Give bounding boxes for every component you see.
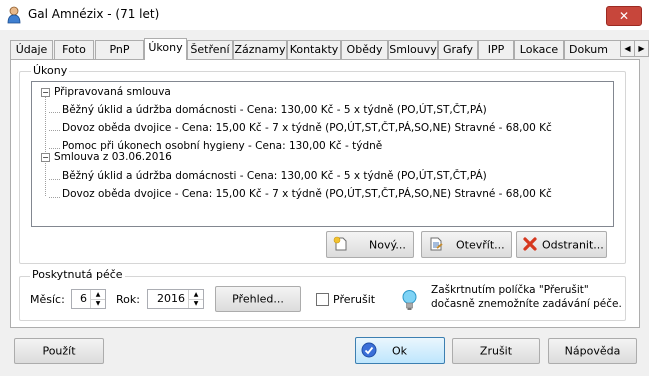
tab-udaje[interactable]: Údaje (10, 40, 53, 59)
tab-setreni[interactable]: Šetření (187, 40, 233, 59)
delete-button[interactable]: Odstranit... (516, 231, 607, 258)
ok-button[interactable]: Ok (355, 337, 445, 364)
tree-node-contract[interactable]: Smlouva z 03.06.2016 (54, 151, 172, 163)
delete-button-label: Odstranit... (542, 238, 604, 251)
tree-node-service[interactable]: Dovoz oběda dvojice - Cena: 15,00 Kč - 7… (62, 188, 552, 200)
care-group-label: Poskytnutá péče (30, 268, 125, 281)
lightbulb-icon (402, 290, 417, 310)
open-document-icon (430, 237, 443, 251)
tab-grafy[interactable]: Grafy (438, 40, 478, 59)
chevron-down-icon[interactable]: ▼ (189, 299, 203, 308)
tab-lokace[interactable]: Lokace (514, 40, 564, 59)
interrupt-checkbox[interactable] (316, 293, 329, 306)
open-button-label: Otevřít... (456, 238, 505, 251)
new-button[interactable]: Nový... (326, 231, 414, 258)
person-icon (7, 6, 21, 24)
arrow-left-icon: ◀ (624, 44, 631, 53)
tab-scroll-right[interactable]: ▶ (634, 40, 649, 57)
cancel-button[interactable]: Zrušit (452, 338, 540, 364)
tree-connector (45, 94, 46, 156)
tab-smlouvy[interactable]: Smlouvy (388, 40, 438, 59)
tree-node-service[interactable]: Dovoz oběda dvojice - Cena: 15,00 Kč - 7… (62, 122, 552, 134)
interrupt-label[interactable]: Přerušit (333, 293, 375, 306)
month-label: Měsíc: (30, 293, 65, 306)
tree-connector (49, 179, 60, 180)
overview-button[interactable]: Přehled... (215, 286, 301, 312)
check-icon (361, 342, 377, 358)
tree-node-contract[interactable]: Připravovaná smlouva (54, 86, 171, 98)
month-stepper-arrows: ▲ ▼ (90, 290, 105, 308)
year-value: 2016 (157, 292, 185, 305)
tree-node-service[interactable]: Běžný úklid a údržba domácnosti - Cena: … (62, 170, 487, 182)
ok-button-label: Ok (392, 344, 408, 357)
window-title: Gal Amnézix - (71 let) (28, 7, 160, 21)
close-button[interactable]: ✕ (606, 6, 642, 26)
arrow-right-icon: ▶ (638, 44, 645, 53)
tree-collapse-toggle[interactable]: − (41, 153, 50, 162)
delete-icon (523, 237, 537, 251)
tab-zaznamy[interactable]: Záznamy (233, 40, 287, 59)
overview-button-label: Přehled... (232, 292, 284, 306)
cancel-button-label: Zrušit (479, 344, 513, 358)
help-button[interactable]: Nápověda (548, 338, 637, 364)
tab-ipp[interactable]: IPP (478, 40, 514, 59)
tab-kontakty[interactable]: Kontakty (287, 40, 341, 59)
new-button-label: Nový... (369, 238, 406, 251)
ukony-group-label: Úkony (31, 64, 70, 77)
tab-scroll-left[interactable]: ◀ (620, 40, 635, 57)
hint-text-line2: dočasně znemožníte zadávání péče. (431, 298, 622, 310)
apply-button[interactable]: Použít (14, 338, 104, 364)
hint-text-line1: Zaškrtnutím políčka "Přerušit" (431, 284, 589, 296)
tab-ukony[interactable]: Úkony (144, 38, 187, 60)
tree-connector (45, 161, 46, 196)
month-stepper[interactable]: 6 ▲ ▼ (71, 289, 106, 309)
tree-connector (49, 148, 60, 149)
tree-collapse-toggle[interactable]: − (41, 88, 50, 97)
tree-connector (49, 130, 60, 131)
close-icon: ✕ (618, 9, 630, 23)
contracts-tree[interactable]: − Připravovaná smlouva Běžný úklid a údr… (31, 81, 614, 227)
help-button-label: Nápověda (564, 344, 621, 358)
tab-obedy[interactable]: Obědy (341, 40, 388, 59)
tab-foto[interactable]: Foto (54, 40, 94, 59)
chevron-down-icon[interactable]: ▼ (91, 299, 105, 308)
year-stepper-arrows: ▲ ▼ (188, 290, 203, 308)
tree-node-service[interactable]: Běžný úklid a údržba domácnosti - Cena: … (62, 104, 487, 116)
tab-dokumenty[interactable]: Dokum (564, 40, 620, 59)
year-label: Rok: (116, 293, 140, 306)
year-stepper[interactable]: 2016 ▲ ▼ (147, 289, 204, 309)
title-bar: Gal Amnézix - (71 let) ✕ (0, 0, 649, 30)
apply-button-label: Použít (42, 344, 76, 358)
tab-strip: Údaje Foto PnP Úkony Šetření Záznamy Kon… (10, 38, 620, 60)
tab-pnp[interactable]: PnP (95, 40, 144, 59)
new-document-icon (333, 236, 347, 251)
month-value: 6 (80, 292, 87, 305)
open-button[interactable]: Otevřít... (421, 231, 512, 258)
tree-connector (49, 197, 60, 198)
tree-connector (49, 112, 60, 113)
